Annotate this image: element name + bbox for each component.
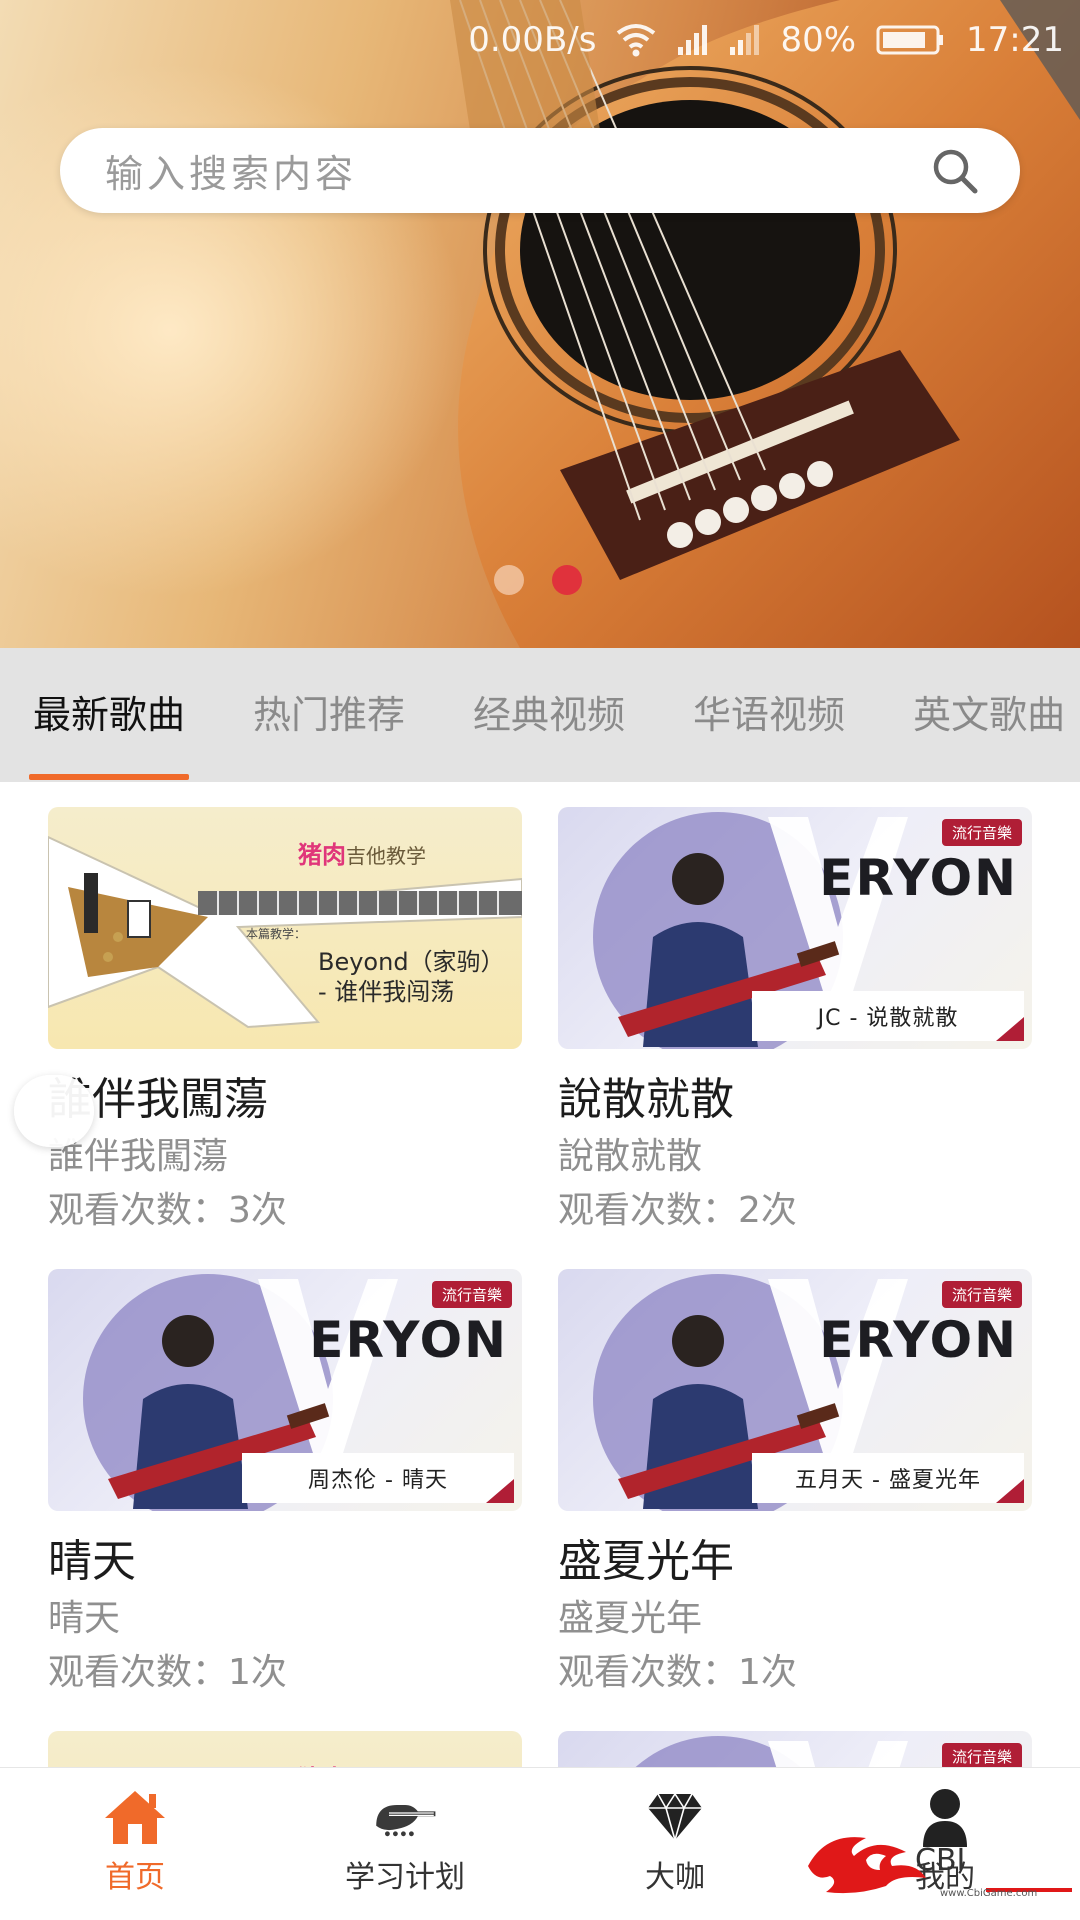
view-count: 观看次数：1次 (558, 1652, 797, 1693)
song-subtitle: 盛夏光年 (558, 1598, 703, 1639)
song-title: 盛夏光年 (558, 1536, 734, 1587)
song-subtitle: 說散就散 (558, 1136, 703, 1177)
view-count: 观看次数：1次 (48, 1652, 287, 1693)
nav-study-plan[interactable]: 学习计划 (315, 1786, 495, 1898)
genre-badge: 流行音樂 (431, 1281, 512, 1308)
view-count: 观看次数：3次 (48, 1190, 287, 1231)
corner-mark (996, 1479, 1024, 1503)
thumbnail-letters: ERYON (819, 1311, 1018, 1369)
carousel-indicator (494, 565, 582, 595)
genre-badge: 流行音樂 (941, 1743, 1022, 1767)
song-thumbnail[interactable]: 猪肉吉他教学 本篇教学： Beyond（家驹） - 谁伴我闯荡 (48, 807, 522, 1049)
song-thumbnail[interactable]: 流行音樂 ERYON JC - 说散就散 (558, 807, 1032, 1049)
guitar-icon (373, 1786, 437, 1848)
search-icon[interactable] (930, 146, 980, 196)
song-title: 晴天 (48, 1536, 136, 1587)
guitar-banner-image (450, 0, 1080, 648)
nav-study-plan-label: 学习计划 (345, 1860, 465, 1895)
watermark-text: CBI (915, 1843, 966, 1878)
clock: 17:21 (966, 20, 1064, 60)
floating-handle[interactable] (14, 1075, 94, 1147)
nav-experts-label: 大咖 (645, 1860, 705, 1895)
status-bar: 0.00B/s 80% 17:21 (468, 14, 1064, 66)
genre-badge: 流行音樂 (941, 819, 1022, 846)
wifi-icon (617, 24, 656, 57)
thumbnail-letters: ERYON (819, 849, 1018, 907)
brand-title: 猪肉吉他教学 (298, 835, 426, 870)
view-count: 观看次数：2次 (558, 1190, 797, 1231)
brand-title: 猪肉 (298, 1759, 346, 1767)
song-subtitle: 誰伴我闖蕩 (48, 1136, 229, 1177)
tab-classic-videos[interactable]: 经典视频 (473, 648, 625, 782)
watermark-url: www.CbiGame.com (940, 1888, 1038, 1899)
category-tabs: 最新歌曲 热门推荐 经典视频 华语视频 英文歌曲 (0, 648, 1080, 782)
home-icon (103, 1786, 167, 1848)
app-screen: 0.00B/s 80% 17:21 输入搜索内容 最新歌曲 热门推荐 经典视频 … (0, 0, 1080, 1920)
thumbnail-letters: ERYON (309, 1311, 508, 1369)
song-card[interactable]: 猪肉吉他教学 本篇教学： Beyond（家驹） - 谁伴我闯荡 誰伴我闖蕩 誰伴… (48, 807, 522, 1239)
song-card[interactable]: 流行音樂 (558, 1731, 1032, 1767)
thumbnail-caption: 五月天 - 盛夏光年 (752, 1453, 1024, 1503)
signal-icon-2 (730, 25, 760, 55)
song-card[interactable]: 流行音樂 ERYON JC - 说散就散 說散就散 說散就散 观看次数：2次 (558, 807, 1032, 1239)
tab-english-songs[interactable]: 英文歌曲 (913, 648, 1065, 782)
diamond-icon (643, 1786, 707, 1848)
nav-home[interactable]: 首页 (45, 1786, 225, 1898)
song-thumbnail[interactable]: 猪肉 (48, 1731, 522, 1767)
carousel-dot[interactable] (494, 565, 524, 595)
nav-experts[interactable]: 大咖 (585, 1786, 765, 1898)
nav-home-label: 首页 (105, 1860, 165, 1895)
corner-mark (486, 1479, 514, 1503)
song-card[interactable]: 流行音樂 ERYON 周杰伦 - 晴天 晴天 晴天 观看次数：1次 (48, 1269, 522, 1701)
song-thumbnail[interactable]: 流行音樂 ERYON 周杰伦 - 晴天 (48, 1269, 522, 1511)
search-bar[interactable]: 输入搜索内容 (60, 128, 1020, 213)
song-grid: 猪肉吉他教学 本篇教学： Beyond（家驹） - 谁伴我闯荡 誰伴我闖蕩 誰伴… (0, 782, 1080, 1767)
network-speed: 0.00B/s (468, 20, 597, 60)
carousel-dot-active[interactable] (552, 565, 582, 595)
corner-mark (996, 1017, 1024, 1041)
tab-latest-songs[interactable]: 最新歌曲 (28, 648, 190, 782)
song-subtitle: 晴天 (48, 1598, 121, 1639)
lesson-name: Beyond（家驹） - 谁伴我闯荡 (318, 947, 505, 1007)
lesson-line-2: - 谁伴我闯荡 (318, 978, 455, 1006)
banner-carousel[interactable]: 0.00B/s 80% 17:21 输入搜索内容 (0, 0, 1080, 648)
song-thumbnail[interactable]: 流行音樂 ERYON 五月天 - 盛夏光年 (558, 1269, 1032, 1511)
song-title: 說散就散 (558, 1074, 734, 1125)
brand-rest: 吉他教学 (346, 844, 426, 868)
song-title: 誰伴我闖蕩 (48, 1074, 268, 1125)
battery-percent: 80% (780, 20, 857, 60)
tab-hot-recommend[interactable]: 热门推荐 (253, 648, 405, 782)
brand-highlight: 猪肉 (298, 841, 346, 869)
genre-badge: 流行音樂 (941, 1281, 1022, 1308)
song-card[interactable]: 流行音樂 ERYON 五月天 - 盛夏光年 盛夏光年 盛夏光年 观看次数：1次 (558, 1269, 1032, 1701)
tab-chinese-videos[interactable]: 华语视频 (693, 648, 845, 782)
lesson-line-1: Beyond（家驹） (318, 948, 505, 976)
song-thumbnail[interactable]: 流行音樂 (558, 1731, 1032, 1767)
battery-icon (876, 25, 944, 55)
search-input[interactable]: 输入搜索内容 (105, 143, 930, 198)
thumbnail-caption: JC - 说散就散 (752, 991, 1024, 1041)
song-card[interactable]: 猪肉 (48, 1731, 522, 1767)
signal-icon (678, 25, 708, 55)
lesson-tag: 本篇教学： (246, 927, 307, 941)
thumbnail-caption: 周杰伦 - 晴天 (242, 1453, 514, 1503)
